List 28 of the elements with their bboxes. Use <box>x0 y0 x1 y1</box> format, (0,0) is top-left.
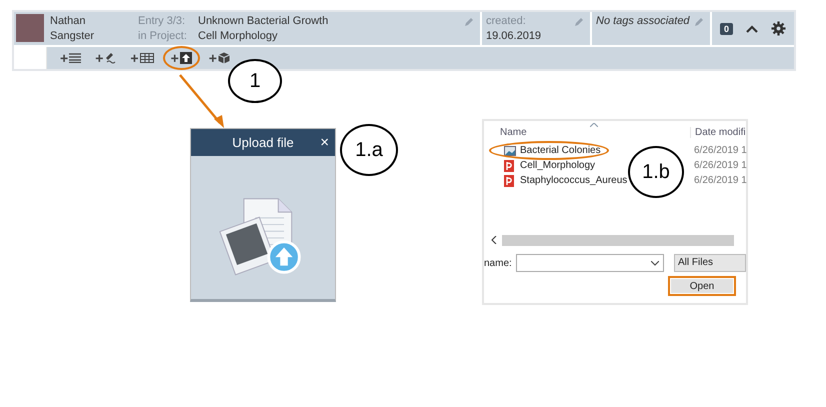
column-header[interactable]: Date modifi <box>690 126 746 138</box>
tags-text: No tags associated <box>596 14 690 29</box>
user-name: Nathan Sangster <box>49 14 96 44</box>
file-date: 6/26/2019 1 <box>694 175 747 186</box>
column-header[interactable]: Name <box>500 126 690 138</box>
close-button[interactable]: × <box>320 135 329 150</box>
panel-title: Upload file <box>232 135 294 150</box>
project-label: in Project: <box>138 29 187 44</box>
step-callout: 1.a <box>340 124 398 176</box>
entry-title: Unknown Bacterial Growth <box>198 14 328 29</box>
step-callout: 1 <box>228 59 282 103</box>
add-sketch-button[interactable]: + <box>90 48 122 68</box>
entry-label: Entry 3/3: <box>138 14 186 29</box>
file-name[interactable]: Bacterial Colonies <box>520 145 601 156</box>
add-table-button[interactable]: + <box>125 48 159 68</box>
file-name[interactable]: Cell_Morphology <box>520 160 596 171</box>
file-name-label: name: <box>484 258 512 268</box>
add-text-button[interactable]: + <box>55 48 86 68</box>
created-label: created: <box>486 14 526 29</box>
project-name: Cell Morphology <box>198 29 278 44</box>
open-button[interactable]: Open <box>668 276 736 296</box>
created-date: 19.06.2019 <box>486 29 542 44</box>
file-date: 6/26/2019 1 <box>694 145 747 156</box>
file-type-filter[interactable]: All Files <box>674 254 746 272</box>
file-name[interactable]: Staphylococcus_Aureus <box>520 175 628 186</box>
file-date: 6/26/2019 1 <box>694 160 747 171</box>
add-upload-button[interactable]: + <box>162 46 200 70</box>
comment-count[interactable]: 0 <box>720 22 734 34</box>
